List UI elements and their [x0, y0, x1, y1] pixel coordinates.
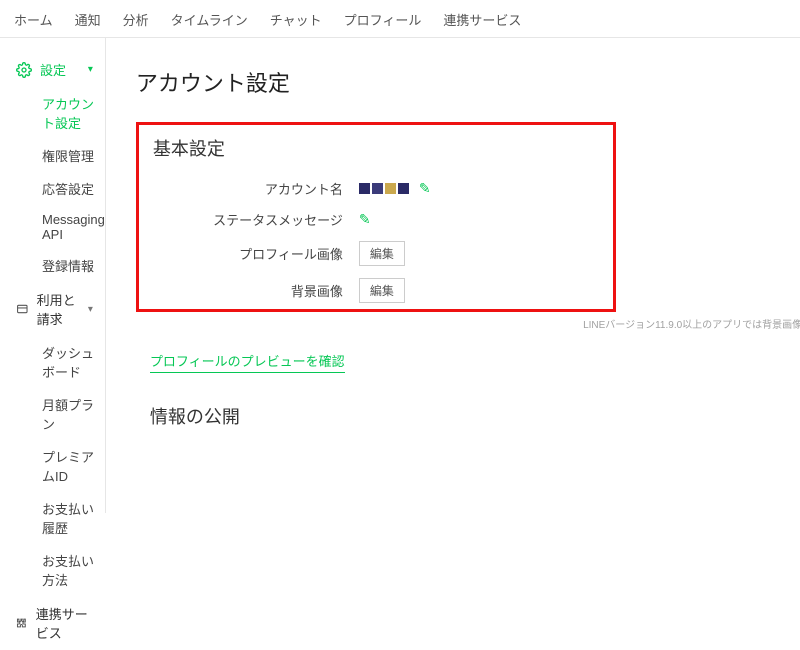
sidebar-item-registration[interactable]: 登録情報 [6, 249, 105, 282]
label-profile-image: プロフィール画像 [153, 244, 343, 263]
basic-settings-highlight: 基本設定 アカウント名 ✎ ステータスメッセージ ✎ プロフィール画像 [136, 122, 616, 312]
sidebar-item-monthly-plan[interactable]: 月額プラン [6, 388, 105, 440]
chevron-down-icon: ▾ [88, 304, 93, 315]
sidebar-group-settings[interactable]: 設定 ▾ [6, 52, 105, 87]
tab-profile[interactable]: プロフィール [344, 10, 422, 29]
sidebar-group-integration[interactable]: 連携サービス [6, 596, 105, 650]
chevron-down-icon: ▾ [88, 64, 93, 75]
top-nav: ホーム 通知 分析 タイムライン チャット プロフィール 連携サービス [0, 0, 800, 38]
edit-bg-image-button[interactable]: 編集 [359, 278, 405, 303]
section-basic-title: 基本設定 [139, 135, 613, 167]
page-title: アカウント設定 [136, 66, 800, 98]
sidebar-item-account-settings[interactable]: アカウント設定 [6, 87, 105, 139]
sidebar-group-integration-label: 連携サービス [36, 604, 93, 642]
tab-chat[interactable]: チャット [270, 10, 322, 29]
sidebar-item-dashboard[interactable]: ダッシュボード [6, 336, 105, 388]
label-bg-image: 背景画像 [153, 281, 343, 300]
sidebar-group-settings-label: 設定 [40, 60, 66, 79]
sidebar: 設定 ▾ アカウント設定 権限管理 応答設定 Messaging API 登録情… [0, 38, 106, 513]
tab-notify[interactable]: 通知 [75, 10, 101, 29]
card-icon [16, 301, 29, 317]
profile-preview-link[interactable]: プロフィールのプレビューを確認 [150, 351, 345, 373]
tab-services[interactable]: 連携サービス [443, 10, 521, 29]
edit-status-message-icon[interactable]: ✎ [359, 211, 371, 228]
row-bg-image: 背景画像 編集 [139, 278, 613, 303]
edit-profile-image-button[interactable]: 編集 [359, 241, 405, 266]
sidebar-group-billing[interactable]: 利用と請求 ▾ [6, 282, 105, 336]
puzzle-icon [16, 615, 28, 631]
sidebar-item-payment-history[interactable]: お支払い履歴 [6, 492, 105, 544]
account-name-value [359, 183, 409, 194]
row-account-name: アカウント名 ✎ [139, 179, 613, 198]
bg-image-note: LINEバージョン11.9.0以上のアプリでは背景画像が表示されません。 [136, 316, 800, 331]
content: アカウント設定 基本設定 アカウント名 ✎ ステータスメッセージ ✎ [106, 38, 800, 513]
tab-insight[interactable]: 分析 [123, 10, 149, 29]
sidebar-item-response[interactable]: 応答設定 [6, 172, 105, 205]
tab-timeline[interactable]: タイムライン [171, 10, 248, 29]
sidebar-item-permissions[interactable]: 権限管理 [6, 139, 105, 172]
row-profile-image: プロフィール画像 編集 [139, 241, 613, 266]
gear-icon [16, 62, 32, 78]
section-public-title: 情報の公開 [136, 403, 800, 429]
tab-home[interactable]: ホーム [14, 10, 53, 29]
sidebar-group-billing-label: 利用と請求 [37, 290, 88, 328]
sidebar-item-premium-id[interactable]: プレミアムID [6, 440, 105, 492]
row-status-message: ステータスメッセージ ✎ [139, 210, 613, 229]
sidebar-item-payment-method[interactable]: お支払い方法 [6, 544, 105, 596]
sidebar-item-messaging-api[interactable]: Messaging API [6, 205, 105, 249]
label-status-message: ステータスメッセージ [153, 210, 343, 229]
label-account-name: アカウント名 [153, 179, 343, 198]
edit-account-name-icon[interactable]: ✎ [419, 180, 431, 197]
